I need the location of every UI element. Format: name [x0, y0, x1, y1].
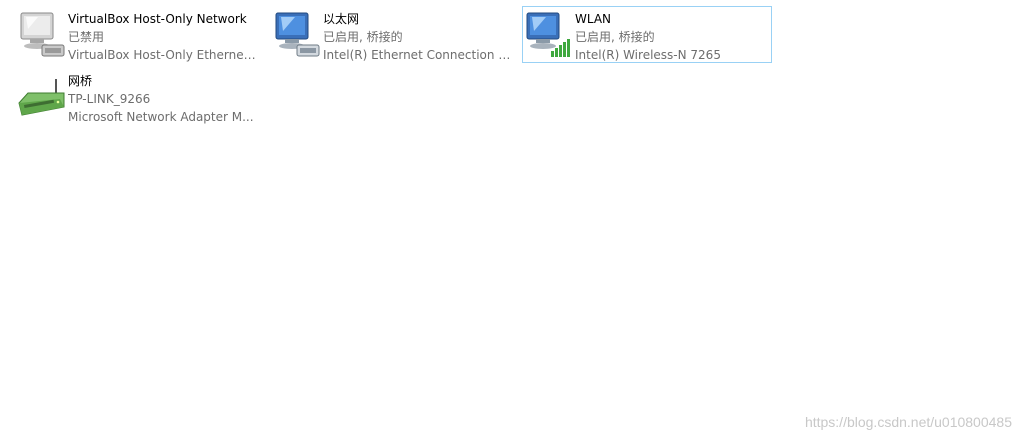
- watermark-url: https://blog.csdn.net/u010800485: [804, 414, 1012, 430]
- monitor-ethernet-disabled-icon: [16, 11, 68, 61]
- adapter-wlan[interactable]: WLAN 已启用, 桥接的 Intel(R) Wireless-N 7265: [522, 6, 772, 63]
- adapter-status: 已启用, 桥接的: [575, 30, 655, 44]
- monitor-ethernet-icon: [271, 11, 323, 61]
- adapter-device: Intel(R) Ethernet Connection (3...: [323, 48, 511, 62]
- adapter-device: VirtualBox Host-Only Ethernet ...: [68, 48, 256, 62]
- adapter-status: TP-LINK_9266: [68, 92, 151, 106]
- adapter-status: 已启用, 桥接的: [323, 30, 403, 44]
- adapter-virtualbox-host-only[interactable]: VirtualBox Host-Only Network 已禁用 Virtual…: [15, 6, 261, 63]
- adapter-ethernet[interactable]: 以太网 已启用, 桥接的 Intel(R) Ethernet Connectio…: [270, 6, 516, 63]
- adapter-device: Intel(R) Wireless-N 7265: [575, 48, 721, 62]
- adapter-device: Microsoft Network Adapter M...: [68, 110, 254, 124]
- monitor-wifi-signal-icon: [523, 11, 575, 61]
- adapter-name: 网桥: [68, 74, 93, 88]
- adapter-status: 已禁用: [68, 30, 105, 44]
- network-bridge-icon: [16, 73, 68, 123]
- adapter-network-bridge[interactable]: 网桥 TP-LINK_9266 Microsoft Network Adapte…: [15, 68, 261, 125]
- adapter-name: WLAN: [575, 12, 612, 26]
- adapter-name: 以太网: [323, 12, 360, 26]
- adapter-name: VirtualBox Host-Only Network: [68, 12, 247, 26]
